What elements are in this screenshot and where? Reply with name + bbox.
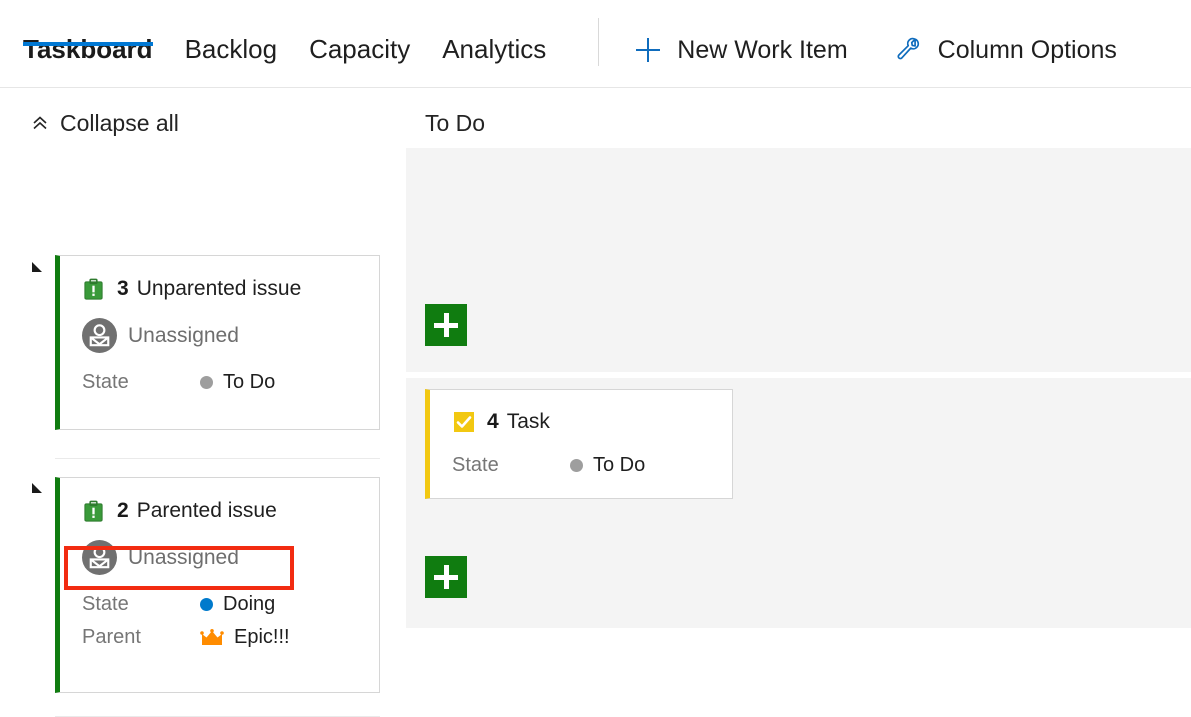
work-item-card-3[interactable]: 3 Unparented issue Unassigned State To D… [55, 255, 380, 430]
work-item-id: 2 [117, 499, 129, 522]
work-item-title: Unparented issue [136, 277, 302, 300]
add-task-button-lane2[interactable] [425, 556, 467, 598]
toolbar-actions: New Work Item Column Options [599, 0, 1129, 94]
new-work-item-label: New Work Item [677, 35, 848, 64]
field-label-state: State [452, 454, 499, 476]
taskboard: Collapse all 3 Unparented issue Unassign… [0, 88, 1191, 717]
task-card-4[interactable]: 4 Task State To Do [425, 389, 733, 499]
lane-collapse-toggle-parented[interactable] [31, 481, 43, 493]
work-item-title: Task [506, 410, 550, 433]
field-value-state: To Do [570, 454, 645, 477]
tab-capacity[interactable]: Capacity [293, 0, 426, 62]
assignee-row: Unassigned [60, 318, 379, 353]
top-toolbar: Taskboard Backlog Capacity Analytics New… [0, 0, 1191, 88]
assignee-name: Unassigned [128, 545, 239, 569]
work-item-id: 4 [487, 410, 499, 433]
field-row-state: State To Do [60, 371, 379, 394]
todo-column: To Do 4 Task State To Do [406, 88, 1191, 654]
tab-taskboard[interactable]: Taskboard [23, 0, 169, 62]
field-label-parent: Parent [82, 626, 141, 648]
card-title-row: 3 Unparented issue [60, 277, 379, 301]
tab-analytics[interactable]: Analytics [426, 0, 562, 62]
card-title-row: 4 Task [430, 410, 732, 434]
avatar [82, 540, 117, 575]
plus-icon [633, 35, 663, 65]
tab-analytics-label: Analytics [442, 34, 547, 64]
issue-icon [82, 500, 105, 523]
pivot-tabs: Taskboard Backlog Capacity Analytics [0, 0, 562, 88]
work-item-id: 3 [117, 277, 129, 300]
column-header-todo: To Do [425, 110, 486, 136]
task-icon [452, 411, 475, 434]
plus-icon [443, 313, 449, 337]
field-label-state: State [82, 593, 129, 615]
field-value-parent[interactable]: Epic!!! [200, 626, 290, 649]
field-value-state: To Do [200, 371, 275, 394]
lane-cell-unparented-todo [406, 148, 1191, 372]
lane-divider [55, 458, 380, 459]
work-item-title: Parented issue [136, 499, 277, 522]
assignee-name: Unassigned [128, 323, 239, 347]
card-title-row: 2 Parented issue [60, 499, 379, 523]
column-options-button[interactable]: Column Options [860, 35, 1129, 65]
assignee-row: Unassigned [60, 540, 379, 575]
field-label-state: State [82, 371, 129, 393]
state-dot-icon [200, 376, 213, 389]
state-dot-icon [200, 598, 213, 611]
issue-icon [82, 278, 105, 301]
tab-taskboard-label: Taskboard [23, 34, 153, 64]
new-work-item-button[interactable]: New Work Item [599, 35, 859, 65]
parent-text: Epic!!! [234, 626, 290, 648]
column-options-label: Column Options [937, 35, 1117, 64]
chevron-up-double-icon [30, 114, 50, 134]
collapse-all-button[interactable]: Collapse all [30, 110, 179, 137]
field-row-parent: Parent Epic!!! [60, 626, 379, 649]
tab-capacity-label: Capacity [309, 34, 411, 64]
lane-collapse-toggle-unparented[interactable] [31, 260, 43, 272]
tab-backlog[interactable]: Backlog [169, 0, 294, 62]
lane-cell-parented-todo: 4 Task State To Do [406, 378, 1191, 628]
state-text: To Do [593, 454, 646, 476]
state-text: Doing [223, 593, 276, 615]
field-row-state: State To Do [430, 454, 732, 477]
tab-backlog-label: Backlog [184, 34, 278, 64]
wrench-icon [894, 35, 924, 65]
work-item-card-2-body[interactable]: 2 Parented issue Unassigned State Doing … [55, 477, 380, 693]
state-dot-icon [570, 459, 583, 472]
crown-icon [200, 628, 224, 647]
field-value-state: Doing [200, 593, 275, 616]
field-row-state: State Doing [60, 593, 379, 616]
add-task-button-lane1[interactable] [425, 304, 467, 346]
collapse-all-label: Collapse all [60, 110, 179, 136]
state-text: To Do [223, 371, 276, 393]
plus-icon [443, 565, 449, 589]
backlog-column: Collapse all 3 Unparented issue Unassign… [0, 88, 406, 717]
avatar [82, 318, 117, 353]
